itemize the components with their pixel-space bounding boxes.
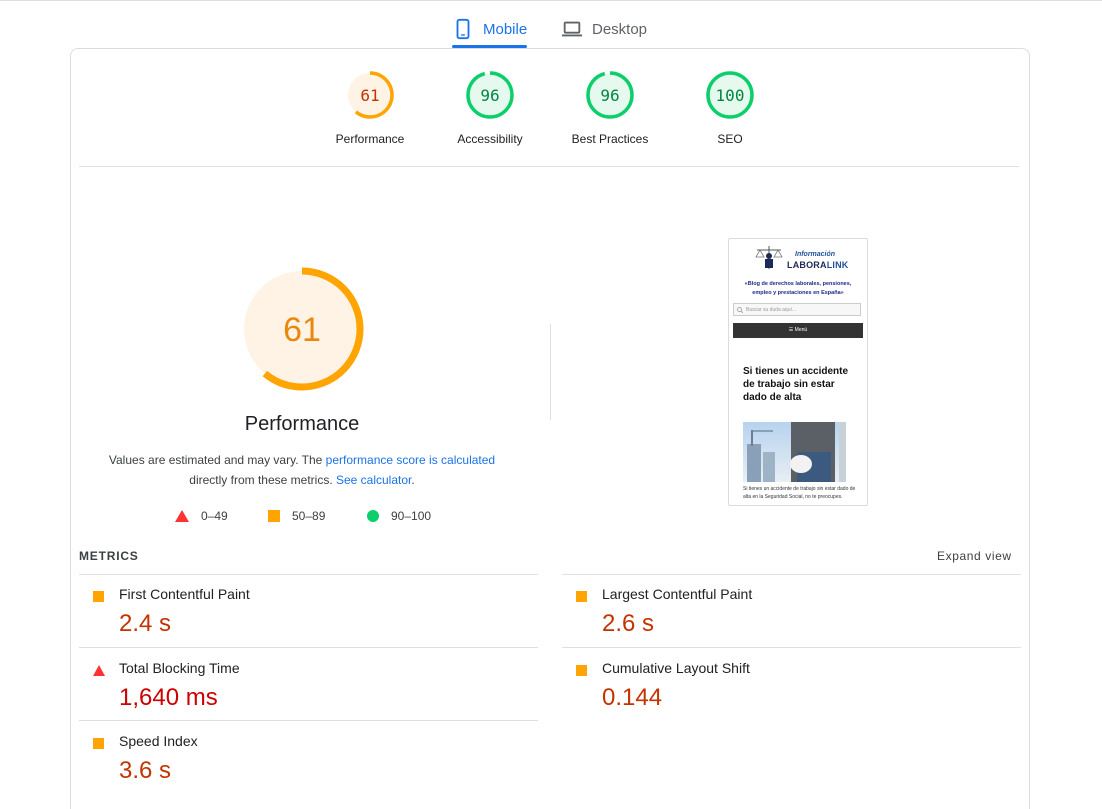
metric-value: 0.144 — [602, 684, 663, 711]
square-icon — [268, 510, 280, 522]
site-menu-bar: ☰ Menú — [733, 323, 863, 338]
gauge-score: 61 — [360, 86, 379, 105]
square-icon — [576, 591, 587, 602]
metric-name: Largest Contentful Paint — [602, 586, 753, 602]
gauge-label: Performance — [335, 132, 405, 146]
legend-average: 50–89 — [268, 509, 325, 523]
legend-fail: 0–49 — [175, 509, 228, 523]
gauge-accessibility[interactable]: 96 Accessibility — [435, 70, 545, 146]
metric-name: First Contentful Paint — [119, 586, 250, 602]
search-icon — [737, 307, 743, 313]
performance-description: Values are estimated and may vary. The p… — [92, 450, 512, 490]
performance-big-gauge: 61 — [240, 267, 364, 391]
square-icon — [93, 738, 104, 749]
site-search-box: Buscar su duda aquí... — [733, 303, 861, 316]
gauge-label: Best Practices — [571, 132, 649, 146]
gauge-score: 96 — [600, 86, 619, 105]
gauge-performance[interactable]: 61 Performance — [315, 70, 425, 146]
gauge-label: SEO — [717, 132, 743, 146]
metric-value: 1,640 ms — [119, 684, 218, 711]
metric-divider — [562, 574, 1021, 575]
seo-gauge-ring: 100 — [706, 71, 754, 119]
article-title: Si tienes un accidente de trabajo sin es… — [743, 366, 849, 403]
metric-value: 2.4 s — [119, 610, 172, 637]
score-calculated-link[interactable]: performance score is calculated — [326, 453, 495, 467]
desc-text: . — [411, 473, 415, 487]
see-calculator-link[interactable]: See calculator — [336, 473, 411, 487]
triangle-icon — [175, 510, 189, 522]
legend-pass: 90–100 — [367, 509, 431, 523]
accessibility-gauge-ring: 96 — [466, 71, 514, 119]
big-gauge-score: 61 — [283, 311, 321, 349]
brand-main-a: LABORA — [787, 260, 827, 270]
circle-icon — [367, 510, 379, 522]
page-screenshot-thumbnail[interactable]: Información LABORALINK «Blog de derechos… — [728, 238, 868, 506]
metrics-section-label: METRICS — [79, 549, 139, 563]
scales-logo-icon — [755, 246, 783, 269]
tab-mobile-label: Mobile — [483, 20, 528, 38]
gauge-score: 100 — [716, 86, 745, 105]
metric-speed-index: Speed Index 3.6 s — [79, 727, 519, 799]
performance-gauge-ring: 61 — [346, 71, 394, 119]
legend-range: 50–89 — [292, 509, 326, 523]
gauge-seo[interactable]: 100 SEO — [675, 70, 785, 146]
laptop-icon — [561, 21, 583, 37]
metric-name: Speed Index — [119, 733, 198, 749]
best-practices-gauge-ring: 96 — [586, 71, 634, 119]
brand-main-text: LABORALINK — [787, 260, 849, 270]
square-icon — [93, 591, 104, 602]
performance-title: Performance — [244, 413, 360, 435]
desc-text: Values are estimated and may vary. The — [108, 453, 326, 467]
section-divider — [79, 166, 1019, 167]
tab-desktop[interactable]: Desktop — [561, 10, 647, 48]
metric-name: Cumulative Layout Shift — [602, 660, 750, 676]
article-excerpt: Si tienes un accidente de trabajo sin es… — [743, 486, 856, 500]
triangle-icon — [93, 665, 105, 676]
tab-desktop-label: Desktop — [592, 20, 648, 38]
gauge-score: 96 — [480, 86, 499, 105]
metric-cumulative-layout-shift: Cumulative Layout Shift 0.144 — [562, 654, 1002, 726]
top-border — [0, 0, 1102, 1]
site-tagline: «Blog de derechos laborales, pensiones, … — [744, 281, 852, 296]
tab-mobile[interactable]: Mobile — [452, 10, 527, 48]
metric-largest-contentful-paint: Largest Contentful Paint 2.6 s — [562, 580, 1002, 652]
metric-value: 3.6 s — [119, 757, 172, 784]
legend-range: 0–49 — [201, 509, 228, 523]
vertical-divider — [550, 324, 551, 420]
metric-name: Total Blocking Time — [119, 660, 240, 676]
brand-main-b: LINK — [826, 260, 849, 270]
gauge-best-practices[interactable]: 96 Best Practices — [555, 70, 665, 146]
gauge-label: Accessibility — [457, 132, 523, 146]
desc-text: directly from these metrics. — [189, 473, 336, 487]
legend-range: 90–100 — [391, 509, 432, 523]
metric-first-contentful-paint: First Contentful Paint 2.4 s — [79, 580, 519, 652]
expand-view-button[interactable]: Expand view — [937, 549, 1012, 563]
site-search-placeholder: Buscar su duda aquí... — [746, 307, 797, 313]
brand-top-text: Información — [795, 251, 836, 258]
phone-icon — [456, 18, 470, 40]
square-icon — [576, 665, 587, 676]
metric-value: 2.6 s — [602, 610, 655, 637]
metric-total-blocking-time: Total Blocking Time 1,640 ms — [79, 654, 519, 726]
metric-divider — [79, 574, 538, 575]
article-image — [743, 422, 846, 482]
